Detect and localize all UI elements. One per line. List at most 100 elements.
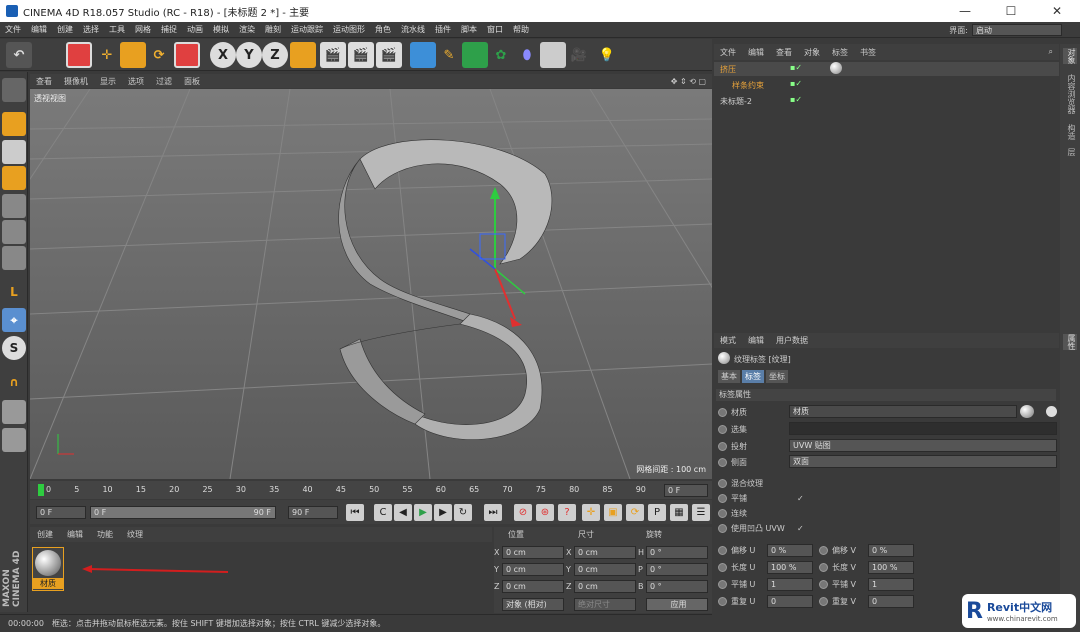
camera-icon[interactable]: 🎥 <box>566 42 592 68</box>
menu-tools[interactable]: 工具 <box>104 24 130 35</box>
scale-icon[interactable] <box>120 42 146 68</box>
size-z-field[interactable]: 0 cm <box>574 580 636 593</box>
end-frame-field[interactable]: 90 F <box>288 506 338 519</box>
selection-field[interactable] <box>789 422 1057 435</box>
coordinate-system-icon[interactable] <box>290 42 316 68</box>
menu-file[interactable]: 文件 <box>0 24 26 35</box>
tab-structure[interactable]: 构造 <box>1063 124 1077 140</box>
animate-dot-icon[interactable] <box>718 478 727 488</box>
tile-checkbox[interactable]: ✓ <box>797 494 804 503</box>
viewport-nav-icons[interactable]: ✥ ⇕ ⟲ ▢ <box>665 77 712 86</box>
obj-menu-view[interactable]: 查看 <box>770 47 798 58</box>
deformer-icon[interactable]: ⬮ <box>514 42 540 68</box>
coord-mode-dropdown[interactable]: 对象 (相对) <box>502 598 564 611</box>
menu-edit[interactable]: 编辑 <box>26 24 52 35</box>
obj-menu-file[interactable]: 文件 <box>714 47 742 58</box>
close-button[interactable]: ✕ <box>1034 0 1080 22</box>
animate-dot-icon[interactable] <box>718 545 727 555</box>
menu-select[interactable]: 选择 <box>78 24 104 35</box>
goto-end-icon[interactable]: ⏭ <box>484 504 502 521</box>
undo-icon[interactable]: ↶ <box>6 42 32 68</box>
floor-icon[interactable] <box>540 42 566 68</box>
menu-motion-tracking[interactable]: 运动跟踪 <box>286 24 328 35</box>
mat-menu-function[interactable]: 功能 <box>90 529 120 540</box>
tiles-v-field[interactable]: 1 <box>868 577 914 591</box>
render-settings-icon[interactable]: 🎬 <box>376 42 402 68</box>
obj-menu-tags[interactable]: 标签 <box>826 47 854 58</box>
animate-dot-icon[interactable] <box>718 493 727 503</box>
workplane-mode-icon[interactable] <box>2 166 26 190</box>
animate-dot-icon[interactable] <box>819 596 828 606</box>
playhead[interactable] <box>38 484 44 496</box>
key-pla-icon[interactable]: ▦ <box>670 504 688 521</box>
points-mode-icon[interactable] <box>2 194 26 218</box>
viewport-menu-filter[interactable]: 过滤 <box>150 76 178 87</box>
tab-basic[interactable]: 基本 <box>718 370 740 383</box>
prev-frame-icon[interactable]: ◀ <box>394 504 412 521</box>
material-preview-icon[interactable] <box>1020 405 1034 418</box>
z-axis-lock[interactable]: Z <box>262 42 288 68</box>
maximize-button[interactable]: ☐ <box>988 0 1034 22</box>
pen-icon[interactable]: ✎ <box>436 42 462 68</box>
goto-start-icon[interactable]: ⏮ <box>346 504 364 521</box>
model-mode-icon[interactable] <box>2 112 26 136</box>
rotation-p-field[interactable]: 0 ° <box>646 563 708 576</box>
menu-simulate[interactable]: 模拟 <box>208 24 234 35</box>
menu-mograph[interactable]: 运动图形 <box>328 24 370 35</box>
live-selection-icon[interactable] <box>66 42 92 68</box>
axis-mode-icon[interactable]: L <box>2 280 26 304</box>
perspective-viewport[interactable]: 透视视图 网格间距 : 100 cm <box>30 89 712 479</box>
position-x-field[interactable]: 0 cm <box>502 546 564 559</box>
key-param-icon[interactable]: P <box>648 504 666 521</box>
key-position-icon[interactable]: ✛ <box>582 504 600 521</box>
snap-icon[interactable]: S <box>2 336 26 360</box>
tab-tag[interactable]: 标签 <box>742 370 764 383</box>
size-x-field[interactable]: 0 cm <box>574 546 636 559</box>
bump-uvw-checkbox[interactable]: ✓ <box>797 524 804 533</box>
offset-v-field[interactable]: 0 % <box>868 543 914 557</box>
search-icon[interactable]: ⌕ <box>1043 47 1059 57</box>
pick-icon[interactable] <box>1046 406 1057 417</box>
object-row[interactable]: 未标题-2 ▪✓ <box>714 94 1059 108</box>
tweak-mode-icon[interactable]: ⌖ <box>2 308 26 332</box>
length-v-field[interactable]: 100 % <box>868 560 914 574</box>
key-scale-icon[interactable]: ▣ <box>604 504 622 521</box>
attr-menu-mode[interactable]: 模式 <box>714 335 742 346</box>
position-z-field[interactable]: 0 cm <box>502 580 564 593</box>
autokey-icon[interactable]: ⊛ <box>536 504 554 521</box>
attr-menu-edit[interactable]: 编辑 <box>742 335 770 346</box>
minimize-button[interactable]: — <box>942 0 988 22</box>
side-dropdown[interactable]: 双面 <box>789 455 1057 468</box>
material-swatch[interactable]: 材质 <box>32 547 64 591</box>
subdivision-icon[interactable] <box>462 42 488 68</box>
viewport-menu-options[interactable]: 选项 <box>122 76 150 87</box>
obj-menu-edit[interactable]: 编辑 <box>742 47 770 58</box>
menu-mesh[interactable]: 网格 <box>130 24 156 35</box>
move-icon[interactable]: ✛ <box>94 42 120 68</box>
projection-dropdown[interactable]: UVW 贴图 <box>789 439 1057 452</box>
animate-dot-icon[interactable] <box>819 545 828 555</box>
mat-menu-edit[interactable]: 编辑 <box>60 529 90 540</box>
recent-tool-icon[interactable] <box>174 42 200 68</box>
menu-animate[interactable]: 动画 <box>182 24 208 35</box>
obj-menu-object[interactable]: 对象 <box>798 47 826 58</box>
tab-layers[interactable]: 层 <box>1063 148 1077 156</box>
size-mode-dropdown[interactable]: 绝对尺寸 <box>574 598 636 611</box>
keyframe-selection-icon[interactable]: ? <box>558 504 576 521</box>
visibility-toggle-icon[interactable]: ▪✓ <box>790 95 802 104</box>
animate-dot-icon[interactable] <box>718 562 727 572</box>
animate-dot-icon[interactable] <box>718 508 727 518</box>
size-y-field[interactable]: 0 cm <box>574 563 636 576</box>
object-row[interactable]: 样条约束 ▪✓ <box>714 78 1059 92</box>
visibility-toggle-icon[interactable]: ▪✓ <box>790 63 802 72</box>
cube-icon[interactable] <box>410 42 436 68</box>
animate-dot-icon[interactable] <box>718 441 727 451</box>
polygons-mode-icon[interactable] <box>2 246 26 270</box>
viewport-menu-panel[interactable]: 面板 <box>178 76 206 87</box>
play-icon[interactable]: ▶ <box>414 504 432 521</box>
cloner-icon[interactable]: ✿ <box>488 42 514 68</box>
animate-dot-icon[interactable] <box>718 457 727 467</box>
menu-pipeline[interactable]: 流水线 <box>396 24 430 35</box>
animate-dot-icon[interactable] <box>819 562 828 572</box>
texture-mode-icon[interactable] <box>2 140 26 164</box>
